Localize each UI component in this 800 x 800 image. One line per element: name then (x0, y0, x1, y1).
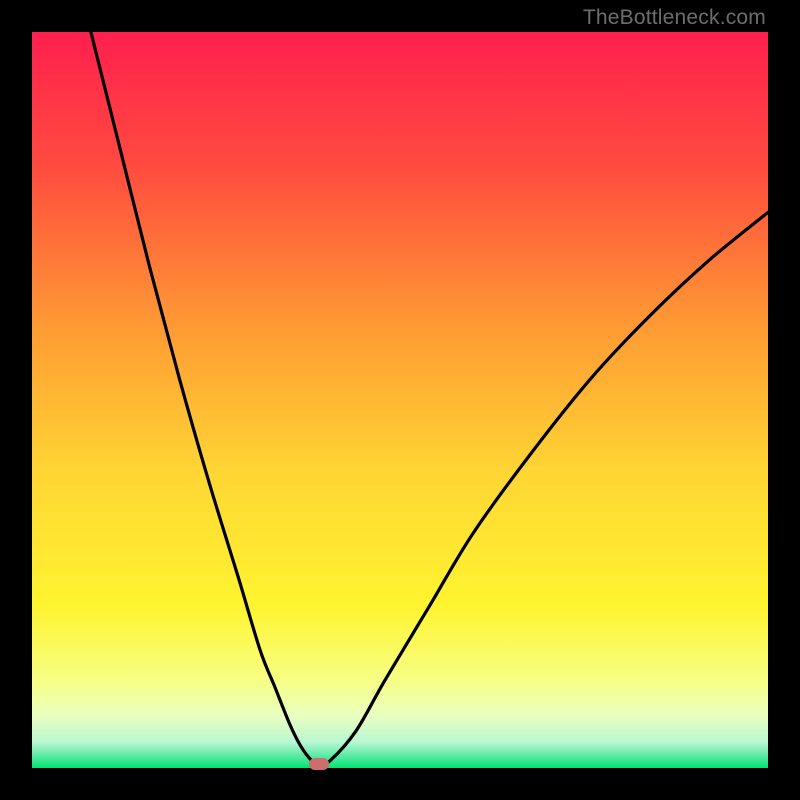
watermark-text: TheBottleneck.com (583, 6, 766, 30)
chart-area (32, 32, 768, 768)
bottleneck-curve (32, 32, 768, 768)
optimal-point-marker (309, 758, 329, 770)
